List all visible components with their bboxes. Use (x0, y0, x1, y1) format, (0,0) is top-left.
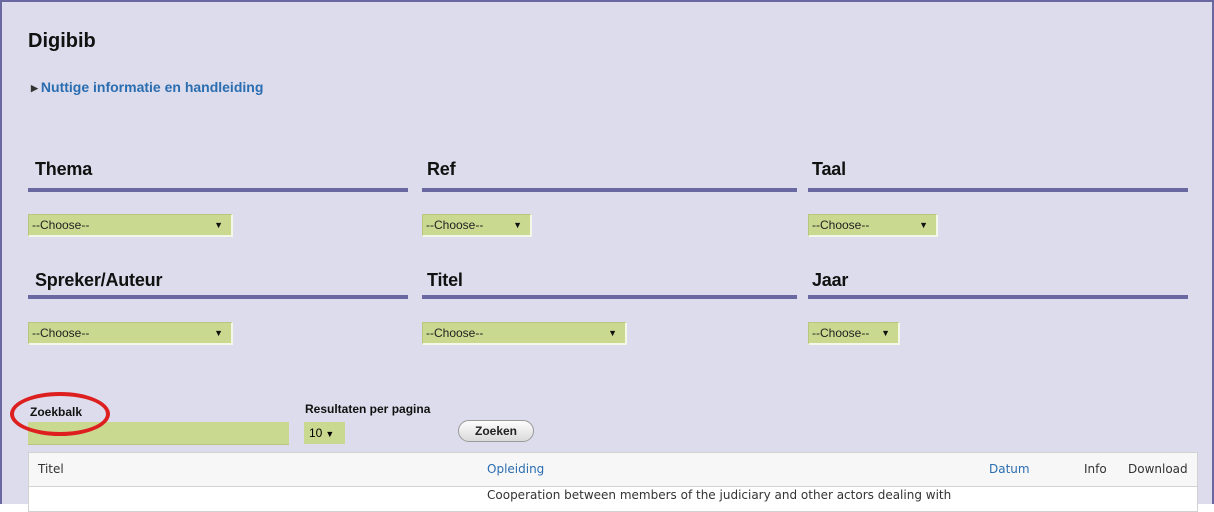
highlight-annotation (10, 392, 110, 436)
chevron-down-icon: ▼ (919, 220, 928, 230)
info-link-label: Nuttige informatie en handleiding (40, 79, 264, 95)
select-value: --Choose-- (32, 218, 90, 232)
column-header-opleiding[interactable]: Opleiding (487, 462, 544, 476)
filter-label-titel: Titel (427, 270, 463, 290)
chevron-down-icon: ▼ (214, 220, 223, 230)
chevron-down-icon: ▼ (513, 220, 522, 230)
table-cell-opleiding: Cooperation between members of the judic… (487, 488, 952, 502)
filter-select-jaar[interactable]: --Choose-- ▼ (808, 322, 900, 345)
results-per-page-select[interactable]: 10 ▼ (304, 422, 345, 444)
triangle-right-icon: ▶ (31, 83, 38, 93)
filter-label-taal: Taal (812, 159, 846, 179)
chevron-down-icon: ▼ (325, 429, 335, 439)
filter-label-jaar: Jaar (812, 270, 849, 290)
filter-select-spreker-auteur[interactable]: --Choose-- ▼ (28, 322, 233, 345)
column-header-info: Info (1084, 462, 1107, 476)
select-value: --Choose-- (32, 326, 90, 340)
results-table: Titel Opleiding Datum Info Download Coop… (28, 452, 1198, 512)
filter-divider (422, 188, 797, 192)
select-value: --Choose-- (812, 218, 870, 232)
chevron-down-icon: ▼ (608, 328, 617, 338)
select-value: --Choose-- (812, 326, 870, 340)
page-title: Digibib (28, 30, 96, 52)
filter-label-thema: Thema (35, 159, 93, 179)
chevron-down-icon: ▼ (214, 328, 223, 338)
results-per-page-label: Resultaten per pagina (305, 402, 431, 416)
info-link[interactable]: ▶ Nuttige informatie en handleiding (31, 79, 263, 95)
filter-divider (808, 295, 1188, 299)
column-header-titel[interactable]: Titel (38, 462, 64, 476)
filter-divider (422, 295, 797, 299)
filter-divider (808, 188, 1188, 192)
filter-select-ref[interactable]: --Choose-- ▼ (422, 214, 532, 237)
table-header: Titel Opleiding Datum Info Download (29, 453, 1197, 487)
select-value: --Choose-- (426, 218, 484, 232)
filter-label-ref: Ref (427, 159, 456, 179)
search-button[interactable]: Zoeken (458, 420, 534, 442)
filter-divider (28, 295, 408, 299)
select-value: --Choose-- (426, 326, 484, 340)
select-value: 10 (309, 426, 323, 440)
filter-select-taal[interactable]: --Choose-- ▼ (808, 214, 938, 237)
column-header-datum[interactable]: Datum (989, 462, 1030, 476)
app-panel: Digibib ▶ Nuttige informatie en handleidi… (0, 0, 1214, 512)
filter-divider (28, 188, 408, 192)
filter-label-spreker-auteur: Spreker/Auteur (35, 270, 163, 290)
chevron-down-icon: ▼ (881, 328, 890, 338)
column-header-download: Download (1128, 462, 1188, 476)
filter-select-thema[interactable]: --Choose-- ▼ (28, 214, 233, 237)
filter-select-titel[interactable]: --Choose-- ▼ (422, 322, 627, 345)
